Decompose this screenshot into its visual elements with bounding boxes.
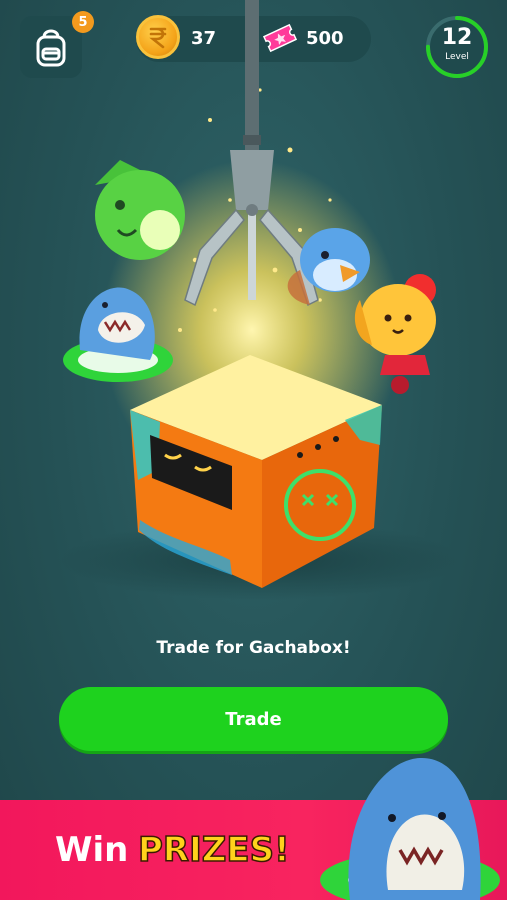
trade-caption: Trade for Gachabox! [156,638,351,658]
gacha-scene [60,0,460,600]
shark-mascot-icon [320,757,500,900]
promo-win-text: Win [55,830,129,870]
promo-prizes-text: PRIZES! [137,829,290,871]
claw-icon [184,0,319,307]
green-monster-icon [95,160,185,260]
